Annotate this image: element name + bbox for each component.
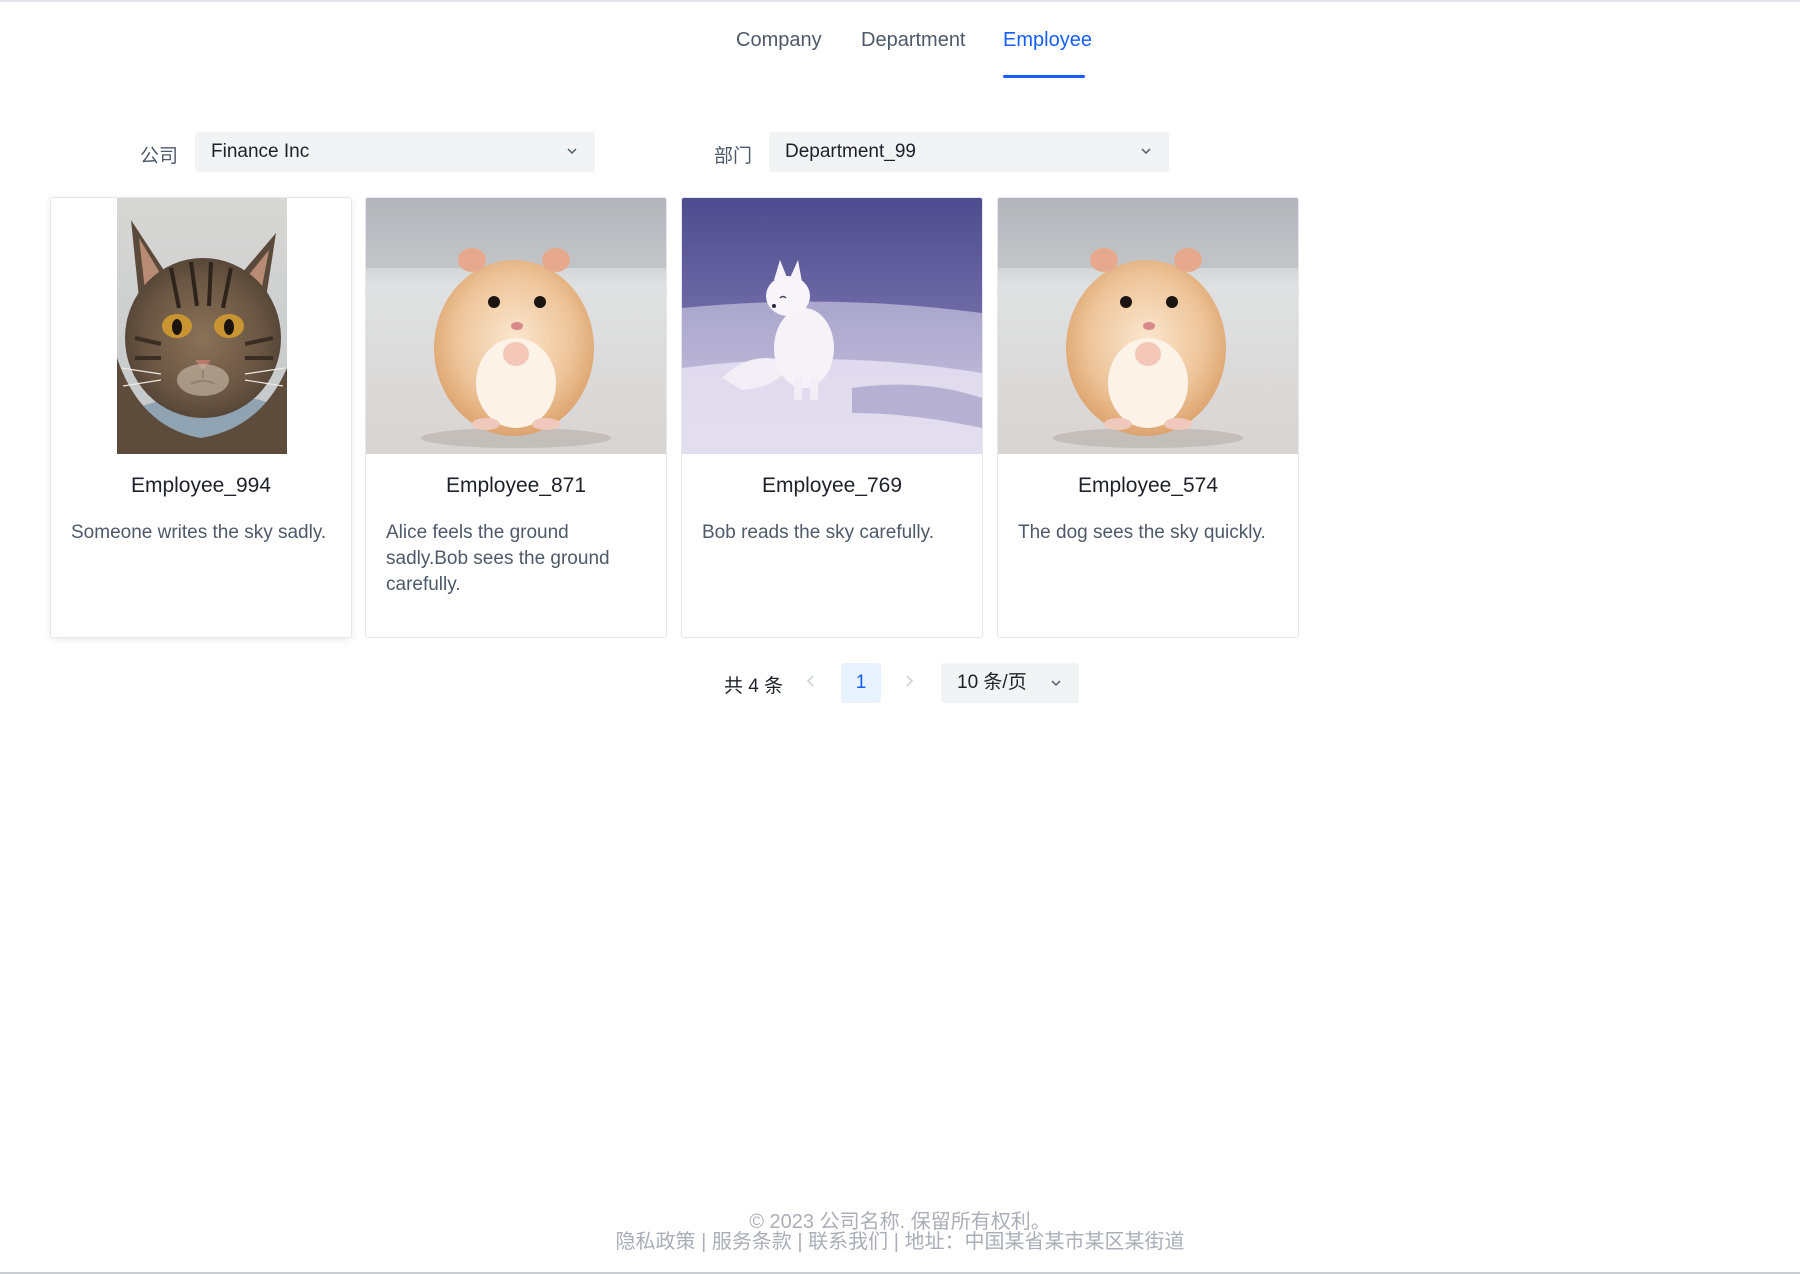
employee-name: Employee_994 bbox=[130, 474, 272, 497]
chevron-down-icon bbox=[1141, 148, 1151, 155]
employee-name: Employee_871 bbox=[445, 474, 587, 497]
footer-links: 隐私政策 | 服务条款 | 联系我们 | 地址：中国某省某市某区某街道 bbox=[615, 1231, 1185, 1253]
tab-company[interactable]: Company bbox=[736, 28, 822, 78]
page-size-value: 10 条/页 bbox=[957, 672, 1027, 693]
employee-photo bbox=[51, 198, 351, 454]
footer-copyright: © 2023 公司名称. 保留所有权利。 bbox=[749, 1211, 1051, 1233]
page-number-button[interactable]: 1 bbox=[841, 663, 881, 703]
top-divider bbox=[0, 0, 1800, 2]
employee-description: Bob reads the sky carefully. bbox=[702, 522, 934, 543]
prev-page-button[interactable] bbox=[804, 671, 818, 696]
employee-card[interactable]: Employee_574 The dog sees the sky quickl… bbox=[997, 197, 1299, 638]
chevron-right-icon bbox=[906, 675, 914, 687]
employee-card[interactable]: Employee_871 Alice feels the ground sadl… bbox=[365, 197, 667, 638]
company-filter-label: 公司 bbox=[140, 146, 179, 167]
chevron-down-icon bbox=[567, 148, 577, 155]
next-page-button[interactable] bbox=[902, 671, 916, 696]
tab-department[interactable]: Department bbox=[861, 28, 966, 78]
company-select[interactable]: Finance Inc bbox=[195, 132, 595, 172]
tab-active-indicator bbox=[1003, 75, 1085, 78]
employee-photo bbox=[682, 198, 982, 454]
employee-name: Employee_769 bbox=[761, 474, 903, 497]
employee-description: The dog sees the sky quickly. bbox=[1018, 522, 1266, 543]
tab-employee[interactable]: Employee bbox=[1003, 28, 1092, 78]
tab-bar: Company Department Employee bbox=[0, 20, 1800, 80]
employee-description: Alice feels the ground sadly.Bob sees th… bbox=[386, 522, 610, 595]
employee-description: Someone writes the sky sadly. bbox=[71, 522, 327, 543]
chevron-down-icon bbox=[1051, 680, 1061, 687]
department-select-value: Department_99 bbox=[785, 141, 916, 162]
company-select-value: Finance Inc bbox=[211, 141, 310, 162]
employee-photo bbox=[998, 198, 1298, 454]
page-size-select[interactable]: 10 条/页 bbox=[941, 663, 1079, 703]
employee-card[interactable]: Employee_994 Someone writes the sky sadl… bbox=[50, 197, 352, 638]
page: Company Department Employee 公司 Finance I… bbox=[0, 0, 1800, 1274]
footer: © 2023 公司名称. 保留所有权利。 隐私政策 | 服务条款 | 联系我们 … bbox=[0, 1212, 1800, 1252]
employee-photo bbox=[366, 198, 666, 454]
pagination-total: 共 4 条 bbox=[724, 676, 784, 697]
chevron-left-icon bbox=[806, 675, 814, 687]
department-filter-label: 部门 bbox=[714, 146, 753, 167]
employee-name: Employee_574 bbox=[1077, 474, 1219, 497]
employee-card[interactable]: Employee_769 Bob reads the sky carefully… bbox=[681, 197, 983, 638]
department-select[interactable]: Department_99 bbox=[769, 132, 1169, 172]
